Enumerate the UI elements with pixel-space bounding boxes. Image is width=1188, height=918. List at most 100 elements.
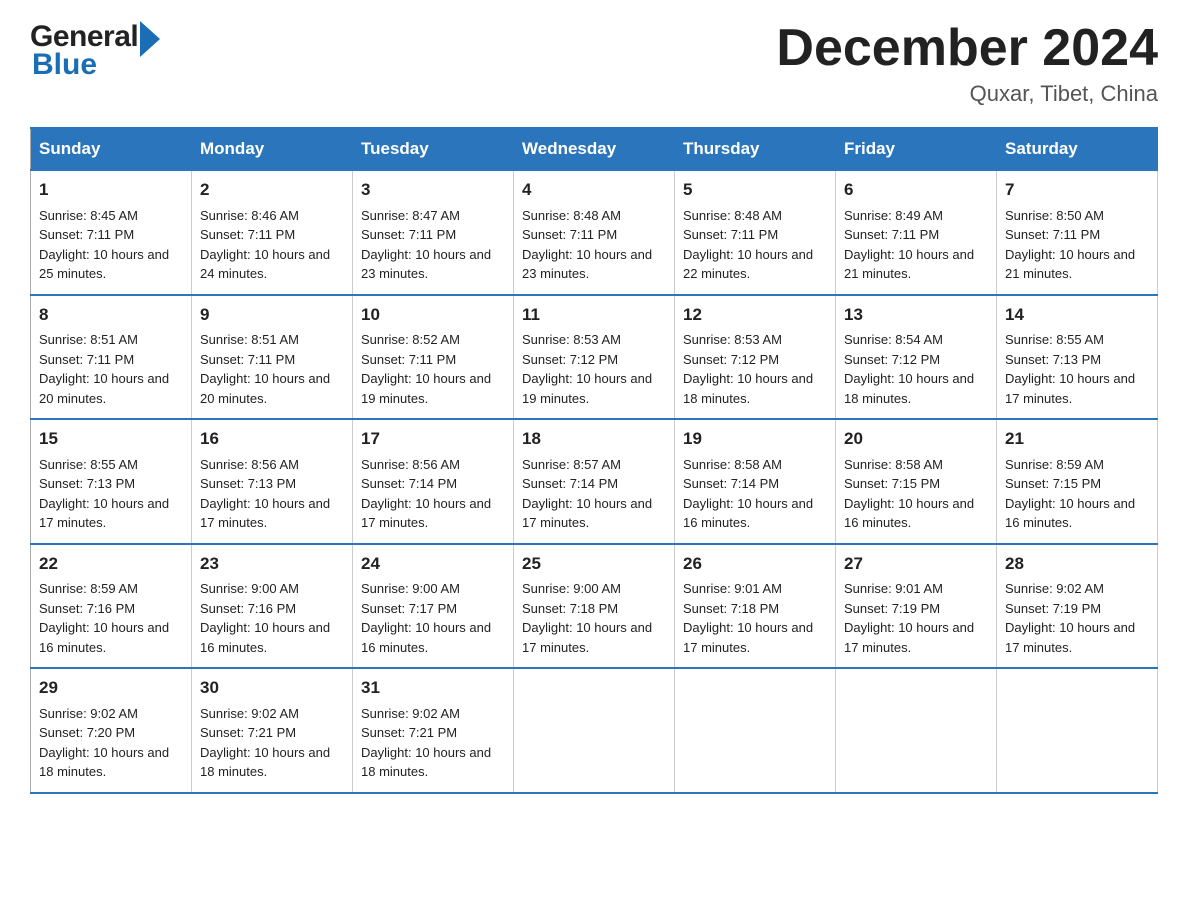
day-number: 15 xyxy=(39,426,183,452)
calendar-cell: 11 Sunrise: 8:53 AM Sunset: 7:12 PM Dayl… xyxy=(514,295,675,420)
calendar-cell: 21 Sunrise: 8:59 AM Sunset: 7:15 PM Dayl… xyxy=(997,419,1158,544)
day-number: 22 xyxy=(39,551,183,577)
day-number: 8 xyxy=(39,302,183,328)
calendar-cell: 4 Sunrise: 8:48 AM Sunset: 7:11 PM Dayli… xyxy=(514,170,675,295)
calendar-cell: 23 Sunrise: 9:00 AM Sunset: 7:16 PM Dayl… xyxy=(192,544,353,669)
calendar-cell: 18 Sunrise: 8:57 AM Sunset: 7:14 PM Dayl… xyxy=(514,419,675,544)
calendar-cell: 19 Sunrise: 8:58 AM Sunset: 7:14 PM Dayl… xyxy=(675,419,836,544)
sunset-label: Sunset: 7:16 PM xyxy=(39,601,135,616)
sunrise-label: Sunrise: 8:47 AM xyxy=(361,208,460,223)
sunset-label: Sunset: 7:14 PM xyxy=(683,476,779,491)
calendar-week-row: 8 Sunrise: 8:51 AM Sunset: 7:11 PM Dayli… xyxy=(31,295,1158,420)
calendar-week-row: 15 Sunrise: 8:55 AM Sunset: 7:13 PM Dayl… xyxy=(31,419,1158,544)
day-number: 31 xyxy=(361,675,505,701)
daylight-label: Daylight: 10 hours and 21 minutes. xyxy=(1005,247,1135,282)
calendar-cell: 9 Sunrise: 8:51 AM Sunset: 7:11 PM Dayli… xyxy=(192,295,353,420)
day-number: 6 xyxy=(844,177,988,203)
sunset-label: Sunset: 7:11 PM xyxy=(1005,227,1100,242)
sunset-label: Sunset: 7:21 PM xyxy=(361,725,457,740)
calendar-cell: 30 Sunrise: 9:02 AM Sunset: 7:21 PM Dayl… xyxy=(192,668,353,793)
daylight-label: Daylight: 10 hours and 17 minutes. xyxy=(361,496,491,531)
calendar-cell: 20 Sunrise: 8:58 AM Sunset: 7:15 PM Dayl… xyxy=(836,419,997,544)
sunset-label: Sunset: 7:16 PM xyxy=(200,601,296,616)
sunset-label: Sunset: 7:21 PM xyxy=(200,725,296,740)
sunrise-label: Sunrise: 9:00 AM xyxy=(522,581,621,596)
calendar-header-wednesday: Wednesday xyxy=(514,128,675,170)
daylight-label: Daylight: 10 hours and 16 minutes. xyxy=(683,496,813,531)
day-number: 10 xyxy=(361,302,505,328)
daylight-label: Daylight: 10 hours and 21 minutes. xyxy=(844,247,974,282)
sunrise-label: Sunrise: 8:54 AM xyxy=(844,332,943,347)
sunrise-label: Sunrise: 8:56 AM xyxy=(361,457,460,472)
sunrise-label: Sunrise: 9:00 AM xyxy=(200,581,299,596)
day-number: 9 xyxy=(200,302,344,328)
day-number: 20 xyxy=(844,426,988,452)
calendar-cell: 10 Sunrise: 8:52 AM Sunset: 7:11 PM Dayl… xyxy=(353,295,514,420)
sunset-label: Sunset: 7:11 PM xyxy=(683,227,778,242)
logo: General Blue xyxy=(30,20,160,82)
sunset-label: Sunset: 7:11 PM xyxy=(200,352,295,367)
calendar-cell xyxy=(836,668,997,793)
sunrise-label: Sunrise: 8:53 AM xyxy=(522,332,621,347)
sunset-label: Sunset: 7:13 PM xyxy=(1005,352,1101,367)
sunrise-label: Sunrise: 9:02 AM xyxy=(1005,581,1104,596)
daylight-label: Daylight: 10 hours and 23 minutes. xyxy=(522,247,652,282)
daylight-label: Daylight: 10 hours and 22 minutes. xyxy=(683,247,813,282)
sunrise-label: Sunrise: 9:02 AM xyxy=(200,706,299,721)
calendar-week-row: 22 Sunrise: 8:59 AM Sunset: 7:16 PM Dayl… xyxy=(31,544,1158,669)
title-section: December 2024 Quxar, Tibet, China xyxy=(776,20,1158,107)
daylight-label: Daylight: 10 hours and 16 minutes. xyxy=(844,496,974,531)
day-number: 23 xyxy=(200,551,344,577)
sunset-label: Sunset: 7:11 PM xyxy=(844,227,939,242)
location: Quxar, Tibet, China xyxy=(776,81,1158,107)
daylight-label: Daylight: 10 hours and 17 minutes. xyxy=(522,620,652,655)
sunrise-label: Sunrise: 8:45 AM xyxy=(39,208,138,223)
daylight-label: Daylight: 10 hours and 17 minutes. xyxy=(39,496,169,531)
calendar-header-tuesday: Tuesday xyxy=(353,128,514,170)
calendar-header-row: SundayMondayTuesdayWednesdayThursdayFrid… xyxy=(31,128,1158,170)
sunrise-label: Sunrise: 8:56 AM xyxy=(200,457,299,472)
calendar-cell: 14 Sunrise: 8:55 AM Sunset: 7:13 PM Dayl… xyxy=(997,295,1158,420)
day-number: 26 xyxy=(683,551,827,577)
calendar-cell xyxy=(675,668,836,793)
sunrise-label: Sunrise: 9:02 AM xyxy=(39,706,138,721)
calendar-cell xyxy=(514,668,675,793)
daylight-label: Daylight: 10 hours and 16 minutes. xyxy=(39,620,169,655)
day-number: 27 xyxy=(844,551,988,577)
sunset-label: Sunset: 7:12 PM xyxy=(522,352,618,367)
day-number: 28 xyxy=(1005,551,1149,577)
sunrise-label: Sunrise: 8:53 AM xyxy=(683,332,782,347)
day-number: 29 xyxy=(39,675,183,701)
calendar-header-sunday: Sunday xyxy=(31,128,192,170)
daylight-label: Daylight: 10 hours and 16 minutes. xyxy=(1005,496,1135,531)
day-number: 3 xyxy=(361,177,505,203)
day-number: 18 xyxy=(522,426,666,452)
sunrise-label: Sunrise: 8:58 AM xyxy=(683,457,782,472)
sunrise-label: Sunrise: 8:58 AM xyxy=(844,457,943,472)
logo-blue-text: Blue xyxy=(30,48,97,82)
day-number: 2 xyxy=(200,177,344,203)
calendar-week-row: 29 Sunrise: 9:02 AM Sunset: 7:20 PM Dayl… xyxy=(31,668,1158,793)
sunrise-label: Sunrise: 8:48 AM xyxy=(522,208,621,223)
sunset-label: Sunset: 7:15 PM xyxy=(1005,476,1101,491)
sunset-label: Sunset: 7:20 PM xyxy=(39,725,135,740)
day-number: 21 xyxy=(1005,426,1149,452)
calendar-table: SundayMondayTuesdayWednesdayThursdayFrid… xyxy=(30,127,1158,794)
sunrise-label: Sunrise: 8:55 AM xyxy=(1005,332,1104,347)
sunset-label: Sunset: 7:13 PM xyxy=(39,476,135,491)
sunset-label: Sunset: 7:19 PM xyxy=(844,601,940,616)
sunset-label: Sunset: 7:18 PM xyxy=(522,601,618,616)
day-number: 12 xyxy=(683,302,827,328)
daylight-label: Daylight: 10 hours and 17 minutes. xyxy=(844,620,974,655)
calendar-header-saturday: Saturday xyxy=(997,128,1158,170)
sunset-label: Sunset: 7:11 PM xyxy=(522,227,617,242)
daylight-label: Daylight: 10 hours and 18 minutes. xyxy=(844,371,974,406)
daylight-label: Daylight: 10 hours and 16 minutes. xyxy=(200,620,330,655)
calendar-cell: 6 Sunrise: 8:49 AM Sunset: 7:11 PM Dayli… xyxy=(836,170,997,295)
sunset-label: Sunset: 7:14 PM xyxy=(522,476,618,491)
day-number: 16 xyxy=(200,426,344,452)
day-number: 11 xyxy=(522,302,666,328)
daylight-label: Daylight: 10 hours and 17 minutes. xyxy=(1005,371,1135,406)
daylight-label: Daylight: 10 hours and 20 minutes. xyxy=(39,371,169,406)
sunset-label: Sunset: 7:11 PM xyxy=(361,227,456,242)
